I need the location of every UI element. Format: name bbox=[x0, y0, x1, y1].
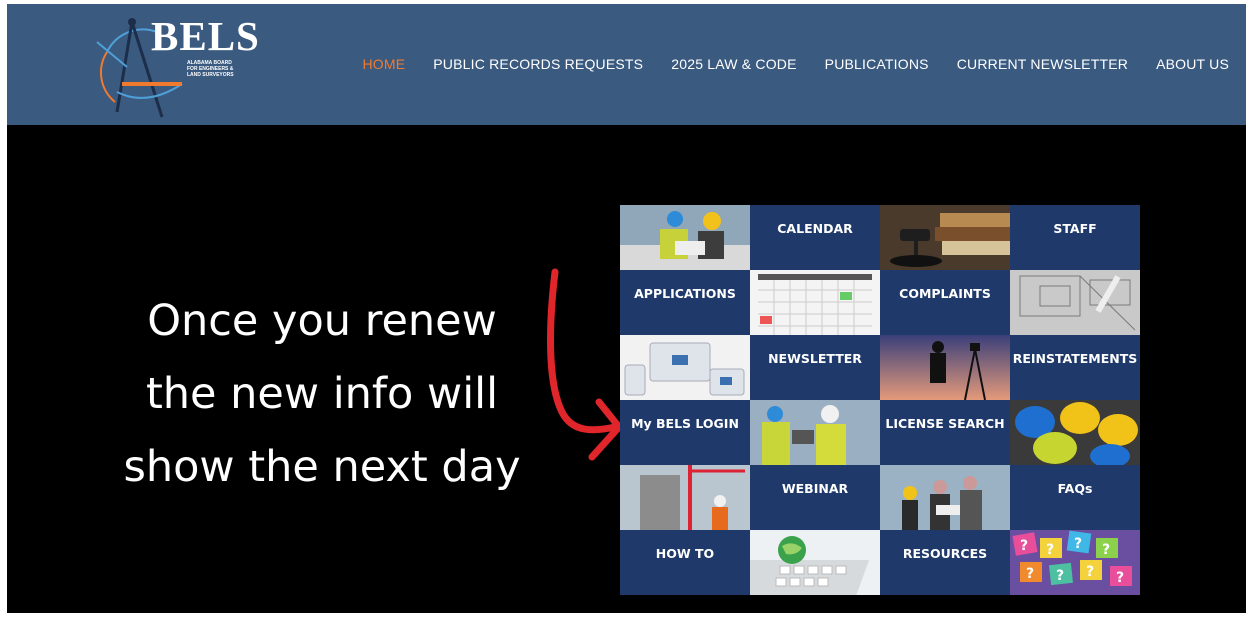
gavel-books-photo bbox=[880, 205, 1010, 270]
nav-law-and-code[interactable]: 2025 LAW & CODE bbox=[671, 56, 796, 72]
message-line: the new info will bbox=[145, 369, 499, 419]
tile-label: STAFF bbox=[1053, 221, 1097, 236]
tile-label: CALENDAR bbox=[777, 221, 853, 236]
nav-publications[interactable]: PUBLICATIONS bbox=[825, 56, 929, 72]
question-marks-icon: ???????? bbox=[1010, 530, 1140, 595]
staff-tile[interactable]: STAFF bbox=[1010, 205, 1140, 270]
webinar-tile[interactable]: WEBINAR bbox=[750, 465, 880, 530]
svg-text:?: ? bbox=[1046, 542, 1054, 558]
nav-home[interactable]: HOME bbox=[362, 56, 405, 72]
svg-text:?: ? bbox=[1074, 536, 1082, 552]
complaints-tile[interactable]: COMPLAINTS bbox=[880, 270, 1010, 335]
site-header: BELS ALABAMA BOARD FOR ENGINEERS & LAND … bbox=[7, 4, 1246, 125]
svg-text:?: ? bbox=[1056, 568, 1064, 584]
construction-photo bbox=[620, 465, 750, 530]
reinstatements-tile[interactable]: REINSTATEMENTS bbox=[1010, 335, 1140, 400]
my-bels-login-tile[interactable]: My BELS LOGIN bbox=[620, 400, 750, 465]
resources-tile[interactable]: RESOURCES bbox=[880, 530, 1010, 595]
tile-label: FAQs bbox=[1057, 481, 1093, 496]
svg-text:?: ? bbox=[1086, 564, 1094, 580]
engineers-photo bbox=[620, 205, 750, 270]
bels-logo[interactable]: BELS ALABAMA BOARD FOR ENGINEERS & LAND … bbox=[87, 12, 287, 122]
hardhats-photo bbox=[1010, 400, 1140, 465]
svg-text:?: ? bbox=[1116, 570, 1124, 586]
nav-about-us[interactable]: ABOUT US bbox=[1156, 56, 1229, 72]
calendar-photo bbox=[750, 270, 880, 335]
nav-current-newsletter[interactable]: CURRENT NEWSLETTER bbox=[957, 56, 1128, 72]
tile-label: WEBINAR bbox=[781, 481, 849, 496]
tile-label: My BELS LOGIN bbox=[631, 416, 739, 431]
logo-subtitle: ALABAMA BOARD FOR ENGINEERS & LAND SURVE… bbox=[187, 60, 267, 78]
svg-text:?: ? bbox=[1102, 542, 1110, 558]
applications-tile[interactable]: APPLICATIONS bbox=[620, 270, 750, 335]
page-frame: BELS ALABAMA BOARD FOR ENGINEERS & LAND … bbox=[7, 4, 1246, 613]
how-to-tile[interactable]: HOW TO bbox=[620, 530, 750, 595]
logo-subtitle-line: LAND SURVEYORS bbox=[187, 72, 234, 78]
surveyor-photo bbox=[880, 335, 1010, 400]
message-line: show the next day bbox=[123, 442, 521, 492]
nav-public-records-requests[interactable]: PUBLIC RECORDS REQUESTS bbox=[433, 56, 643, 72]
meeting-photo bbox=[880, 465, 1010, 530]
devices-photo bbox=[620, 335, 750, 400]
logo-title: BELS bbox=[151, 13, 260, 59]
tile-label: REINSTATEMENTS bbox=[1012, 351, 1138, 366]
tile-label: LICENSE SEARCH bbox=[885, 416, 1005, 431]
engineers-tablet-photo bbox=[750, 400, 880, 465]
tile-label: APPLICATIONS bbox=[634, 286, 736, 301]
calendar-tile[interactable]: CALENDAR bbox=[750, 205, 880, 270]
tile-label: NEWSLETTER bbox=[768, 351, 862, 366]
tile-label: RESOURCES bbox=[902, 546, 988, 561]
tile-label: HOW TO bbox=[655, 546, 715, 561]
renewal-message: Once you renew the new info will show th… bbox=[102, 285, 542, 504]
faqs-tile[interactable]: FAQs bbox=[1010, 465, 1140, 530]
svg-text:?: ? bbox=[1020, 538, 1028, 554]
license-search-tile[interactable]: LICENSE SEARCH bbox=[880, 400, 1010, 465]
tile-label: COMPLAINTS bbox=[899, 286, 991, 301]
blueprints-photo bbox=[1010, 270, 1140, 335]
main-nav: HOME PUBLIC RECORDS REQUESTS 2025 LAW & … bbox=[334, 56, 1229, 72]
globe-keyboard-photo bbox=[750, 530, 880, 595]
message-line: Once you renew bbox=[147, 296, 497, 346]
svg-text:?: ? bbox=[1026, 566, 1034, 582]
newsletter-tile[interactable]: NEWSLETTER bbox=[750, 335, 880, 400]
quick-links-grid: CALENDAR STAFF APPLICATIONS COMPLAINTS N… bbox=[620, 205, 1140, 595]
